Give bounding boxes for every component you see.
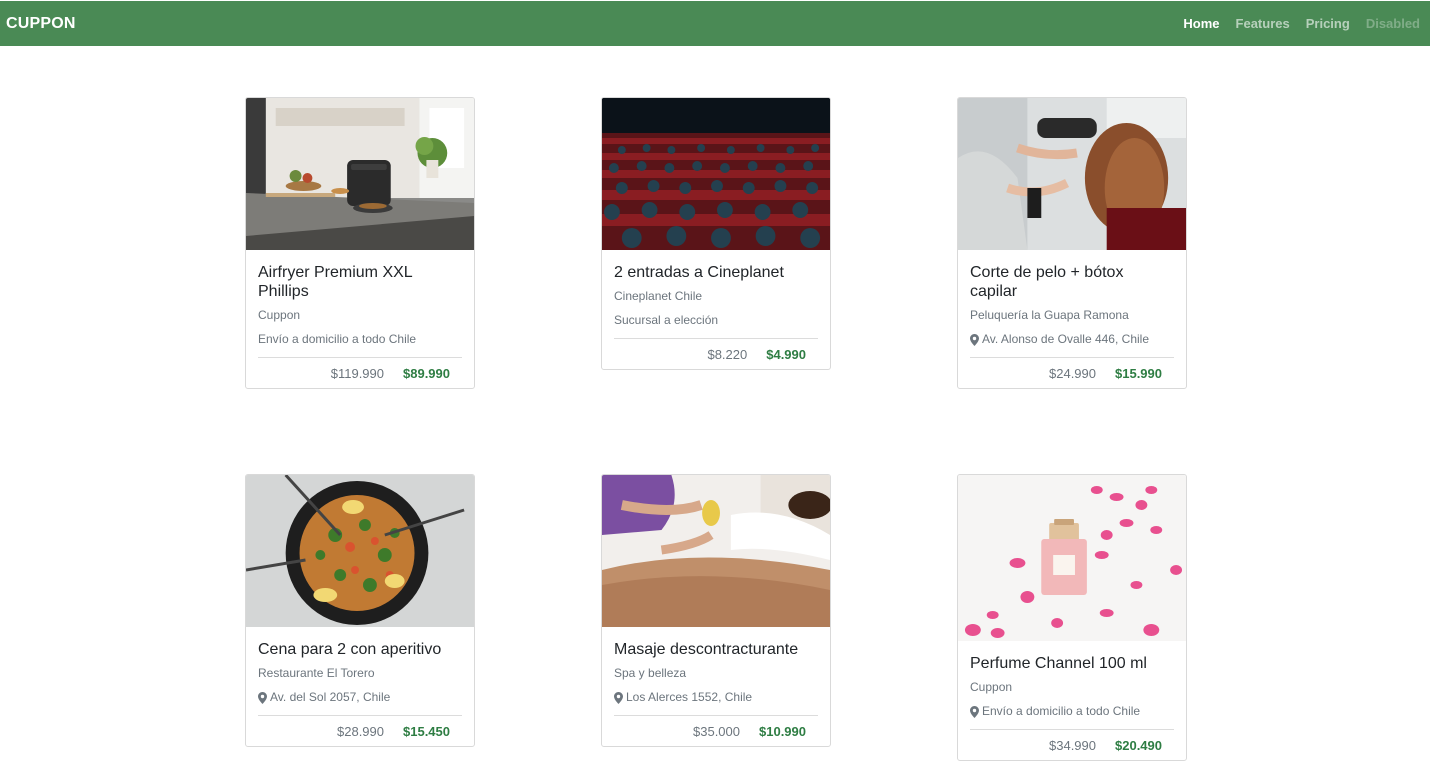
old-price: $119.990 bbox=[330, 365, 384, 381]
new-price: $10.990 bbox=[759, 723, 806, 739]
new-price: $4.990 bbox=[766, 346, 806, 362]
old-price: $24.990 bbox=[1049, 365, 1096, 381]
deal-card[interactable]: Cena para 2 con aperitivo Restaurante El… bbox=[245, 474, 475, 747]
cinema-audience-image[interactable] bbox=[602, 98, 830, 250]
new-price: $15.450 bbox=[403, 723, 450, 739]
deal-card[interactable]: 2 entradas a Cineplanet Cineplanet Chile… bbox=[601, 97, 831, 370]
deal-seller: Peluquería la Guapa Ramona bbox=[970, 308, 1129, 322]
deal-location: Av. del Sol 2057, Chile bbox=[258, 690, 462, 705]
deal-price-row: $35.000 $10.990 bbox=[614, 715, 818, 746]
perfume-petals-image[interactable] bbox=[958, 475, 1186, 641]
deal-location-text: Envío a domicilio a todo Chile bbox=[258, 332, 417, 346]
nav-link-features[interactable]: Features bbox=[1236, 16, 1290, 31]
deal-location-text: Av. Alonso de Ovalle 446, Chile bbox=[982, 332, 1149, 346]
brand-logo[interactable]: CUPPON bbox=[6, 15, 76, 33]
deal-location-text: Sucursal a elección bbox=[614, 313, 719, 327]
map-pin-icon bbox=[970, 333, 979, 346]
deal-location-text: Envío a domicilio a todo Chile bbox=[982, 704, 1141, 718]
map-pin-icon bbox=[970, 705, 979, 718]
deal-location-text: Los Alerces 1552, Chile bbox=[626, 690, 753, 704]
deal-card[interactable]: Masaje descontracturante Spa y belleza L… bbox=[601, 474, 831, 747]
deal-card[interactable]: Perfume Channel 100 ml Cuppon Envío a do… bbox=[957, 474, 1187, 761]
deal-seller: Restaurante El Torero bbox=[258, 666, 375, 680]
old-price: $28.990 bbox=[337, 723, 384, 739]
back-massage-image[interactable] bbox=[602, 475, 830, 627]
old-price: $35.000 bbox=[693, 723, 740, 739]
airfryer-kitchen-image[interactable] bbox=[246, 98, 474, 250]
deal-title[interactable]: Perfume Channel 100 ml bbox=[970, 654, 1174, 673]
deal-title[interactable]: 2 entradas a Cineplanet bbox=[614, 263, 818, 282]
new-price: $20.490 bbox=[1115, 737, 1162, 753]
deal-location: Los Alerces 1552, Chile bbox=[614, 690, 818, 705]
top-navbar: CUPPON Home Features Pricing Disabled bbox=[0, 1, 1430, 46]
new-price: $15.990 bbox=[1115, 365, 1162, 381]
map-pin-icon bbox=[258, 691, 267, 704]
deal-title[interactable]: Airfryer Premium XXL Phillips bbox=[258, 263, 462, 301]
deal-location-text: Av. del Sol 2057, Chile bbox=[270, 690, 391, 704]
map-pin-icon bbox=[614, 691, 623, 704]
nav-link-home[interactable]: Home bbox=[1183, 16, 1219, 31]
hair-salon-image[interactable] bbox=[958, 98, 1186, 250]
deal-card[interactable]: Airfryer Premium XXL Phillips Cuppon Env… bbox=[245, 97, 475, 389]
nav-link-disabled: Disabled bbox=[1365, 16, 1420, 31]
deal-location: Envío a domicilio a todo Chile bbox=[970, 704, 1174, 719]
old-price: $34.990 bbox=[1049, 737, 1096, 753]
deal-card[interactable]: Corte de pelo + bótox capilar Peluquería… bbox=[957, 97, 1187, 389]
deal-seller: Cuppon bbox=[970, 680, 1013, 694]
old-price: $8.220 bbox=[707, 346, 748, 362]
nav-link-pricing[interactable]: Pricing bbox=[1306, 16, 1350, 31]
deal-price-row: $34.990 $20.490 bbox=[970, 729, 1174, 760]
deal-location: Sucursal a elección bbox=[614, 313, 818, 328]
new-price: $89.990 bbox=[403, 365, 450, 381]
deal-price-row: $119.990 $89.990 bbox=[258, 357, 462, 388]
deal-location: Envío a domicilio a todo Chile bbox=[258, 332, 462, 347]
deal-seller: Cineplanet Chile bbox=[614, 289, 703, 303]
deal-title[interactable]: Masaje descontracturante bbox=[614, 640, 818, 659]
deal-title[interactable]: Cena para 2 con aperitivo bbox=[258, 640, 462, 659]
deal-price-row: $28.990 $15.450 bbox=[258, 715, 462, 746]
deal-title[interactable]: Corte de pelo + bótox capilar bbox=[970, 263, 1174, 301]
nav-links: Home Features Pricing Disabled bbox=[1183, 16, 1420, 31]
deal-price-row: $24.990 $15.990 bbox=[970, 357, 1174, 388]
deal-seller: Cuppon bbox=[258, 308, 301, 322]
deal-seller: Spa y belleza bbox=[614, 666, 687, 680]
deal-price-row: $8.220 $4.990 bbox=[614, 338, 818, 369]
paella-dish-image[interactable] bbox=[246, 475, 474, 627]
deal-location: Av. Alonso de Ovalle 446, Chile bbox=[970, 332, 1174, 347]
